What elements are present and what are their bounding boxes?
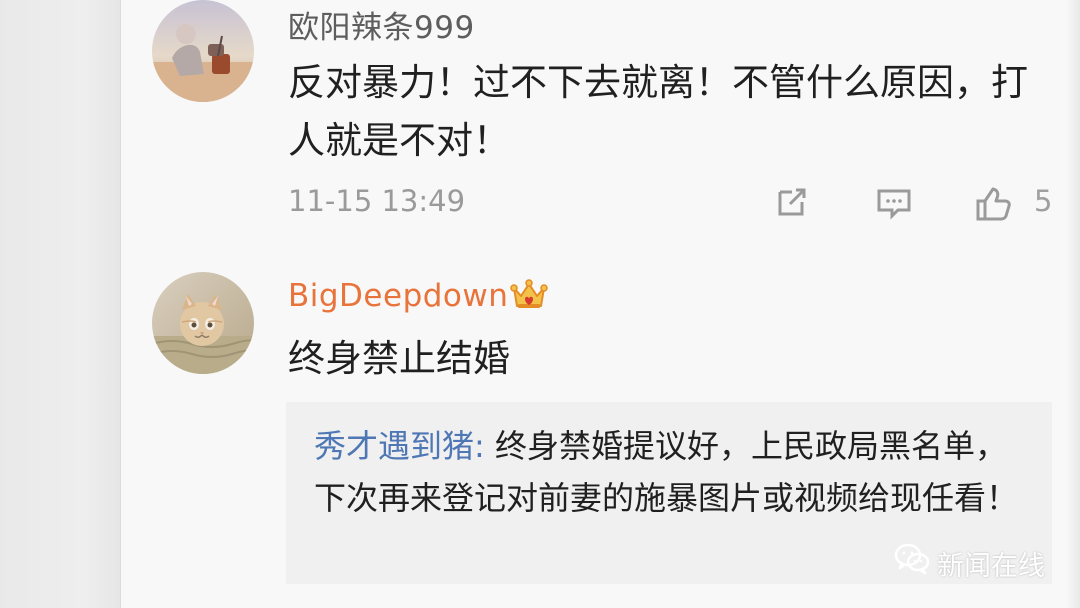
comment-timestamp: 11-15 13:49 xyxy=(288,184,466,218)
thumb-up-icon[interactable] xyxy=(972,184,1012,222)
reply-username[interactable]: 秀才遇到猪: xyxy=(314,427,485,465)
cat-avatar-icon xyxy=(152,272,254,374)
avatar[interactable] xyxy=(152,0,254,102)
reply-text: 秀才遇到猪: 终身禁婚提议好，上民政局黑名单，下次再来登记对前妻的施暴图片或视频… xyxy=(314,420,1024,524)
traveler-avatar-icon xyxy=(152,0,254,102)
crown-icon xyxy=(510,278,548,312)
avatar[interactable] xyxy=(152,272,254,374)
like-count: 5 xyxy=(1034,184,1053,218)
share-icon[interactable] xyxy=(772,184,812,222)
right-edge xyxy=(1066,0,1080,608)
comment-username[interactable]: 欧阳辣条999 xyxy=(288,2,475,47)
comment-text: 反对暴力！过不下去就离！不管什么原因，打人就是不对！ xyxy=(288,61,1028,162)
watermark-label: 新闻在线 xyxy=(937,551,1045,582)
wechat-icon xyxy=(892,540,932,578)
comment-username[interactable]: BigDeepdown xyxy=(288,278,508,314)
comment-text: 终身禁止结婚 xyxy=(288,337,510,380)
reply-icon[interactable] xyxy=(874,184,914,222)
left-margin xyxy=(0,0,120,608)
